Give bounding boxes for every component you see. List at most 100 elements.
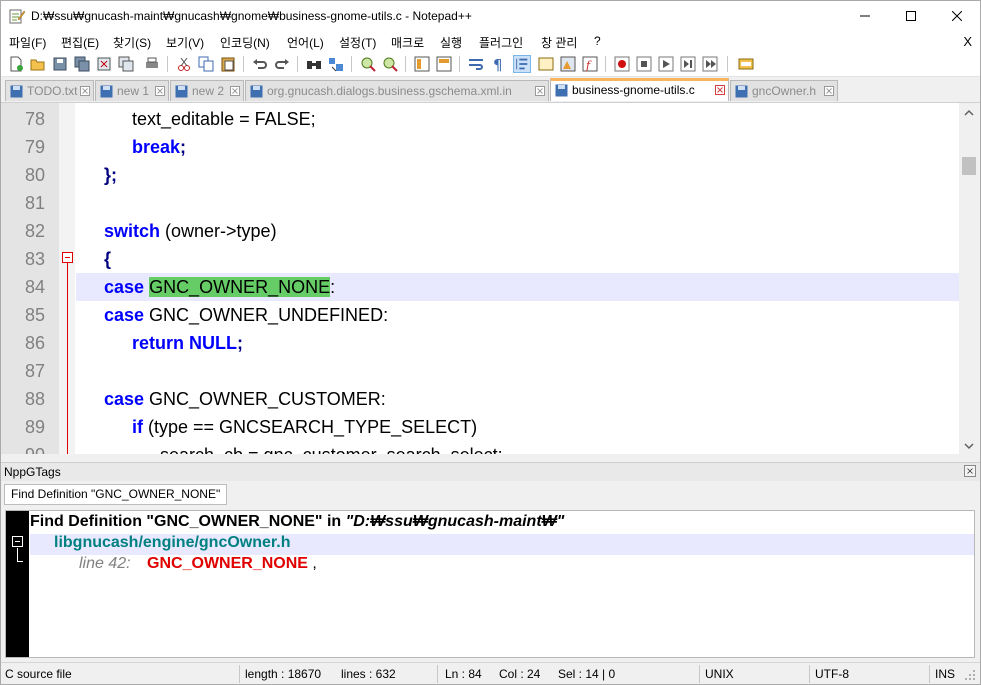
run-macro-multiple-icon[interactable] [679, 55, 697, 73]
plugin-gtags-icon[interactable] [737, 55, 755, 73]
tab-new-2[interactable]: new 2 [170, 80, 244, 101]
doc-map-icon[interactable] [559, 55, 577, 73]
zoom-out-icon[interactable] [381, 55, 399, 73]
close-all-icon[interactable] [117, 55, 135, 73]
close-document-button[interactable]: X [963, 34, 972, 49]
results-fold-toggle[interactable] [12, 536, 23, 547]
word-wrap-icon[interactable] [467, 55, 485, 73]
open-file-icon[interactable] [29, 55, 47, 73]
keyword: case [104, 277, 145, 297]
stop-macro-icon[interactable] [635, 55, 653, 73]
line-number: 90 [1, 445, 45, 454]
code-text: case GNC_OWNER_CUSTOMER: [104, 389, 386, 410]
code-rest: (owner->type) [160, 221, 277, 241]
result-symbol[interactable]: GNC_OWNER_NONE [135, 555, 308, 572]
undo-icon[interactable] [251, 55, 269, 73]
user-lang-icon[interactable] [537, 55, 555, 73]
code-line: 89 if (type == GNCSEARCH_TYPE_SELECT) [1, 413, 959, 441]
menu-run[interactable]: 실행 [440, 34, 462, 51]
close-tab-icon[interactable] [155, 86, 165, 96]
line-number: 79 [24, 137, 45, 157]
close-window-button[interactable] [934, 1, 980, 31]
redo-icon[interactable] [273, 55, 291, 73]
code-text: break; [132, 137, 186, 158]
menu-view[interactable]: 보기(V) [166, 34, 204, 51]
status-insert-mode[interactable]: INS [935, 667, 955, 681]
code-line: 81 [1, 189, 959, 217]
code-editor[interactable]: 78 text_editable = FALSE; 79 break; 80 }… [1, 102, 980, 454]
line-number: 88 [24, 389, 45, 409]
sync-horizontal-icon[interactable] [435, 55, 453, 73]
maximize-button[interactable] [888, 1, 934, 31]
save-all-icon[interactable] [73, 55, 91, 73]
menu-help[interactable]: ? [594, 34, 601, 48]
new-file-icon[interactable] [7, 55, 25, 73]
replace-icon[interactable] [327, 55, 345, 73]
menu-plugins[interactable]: 플러그인 [479, 34, 523, 51]
zoom-in-icon[interactable] [359, 55, 377, 73]
code-line: 87 [1, 357, 959, 385]
result-file[interactable]: libgnucash/engine/gncOwner.h [30, 534, 290, 551]
gtags-result-tab[interactable]: Find Definition "GNC_OWNER_NONE" [4, 484, 228, 505]
menu-search[interactable]: 찾기(S) [113, 34, 151, 51]
document-tab-bar: TODO.txt new 1 new 2 org.gnucash.dialogs… [1, 78, 980, 101]
close-tab-icon[interactable] [715, 85, 725, 95]
menu-settings[interactable]: 설정(T) [339, 34, 376, 51]
code-rest: GNC_OWNER_CUSTOMER: [144, 389, 386, 409]
sync-vertical-icon[interactable] [413, 55, 431, 73]
scroll-down-arrow-icon[interactable] [964, 441, 974, 451]
tab-gschema-xml[interactable]: org.gnucash.dialogs.business.gschema.xml… [245, 80, 549, 101]
close-file-icon[interactable] [95, 55, 113, 73]
scroll-up-arrow-icon[interactable] [964, 108, 974, 118]
menu-edit[interactable]: 편집(E) [61, 34, 99, 51]
close-tab-icon[interactable] [824, 86, 834, 96]
tab-business-gnome-utils[interactable]: business-gnome-utils.c [550, 78, 729, 101]
tab-label: new 1 [117, 84, 150, 98]
menu-encoding[interactable]: 인코딩(N) [220, 34, 270, 51]
keyword: case [104, 305, 145, 325]
menu-file[interactable]: 파일(F) [9, 34, 46, 51]
close-tab-icon[interactable] [80, 86, 90, 96]
window-title: D:₩ssu₩gnucash-maint₩gnucash₩gnome₩busin… [31, 9, 472, 23]
paste-icon[interactable] [219, 55, 237, 73]
code-text: search_cb = gnc_customer_search_select; [160, 445, 503, 454]
toolbar-separator [243, 56, 244, 72]
editor-vertical-scrollbar[interactable] [959, 103, 980, 454]
cut-icon[interactable] [175, 55, 193, 73]
save-macro-icon[interactable] [701, 55, 719, 73]
close-tab-icon[interactable] [535, 86, 545, 96]
tab-gncowner-h[interactable]: gncOwner.h [730, 80, 838, 101]
close-tab-icon[interactable] [230, 86, 240, 96]
resize-grip-icon[interactable] [964, 669, 976, 681]
close-icon [952, 11, 962, 21]
result-hit-row[interactable]: line 42: GNC_OWNER_NONE , [30, 555, 974, 576]
minimize-button[interactable] [842, 1, 888, 31]
record-macro-icon[interactable] [613, 55, 631, 73]
save-icon[interactable] [51, 55, 69, 73]
tab-new-1[interactable]: new 1 [95, 80, 169, 101]
status-encoding[interactable]: UTF-8 [815, 667, 849, 681]
function-list-icon[interactable]: f [581, 55, 599, 73]
result-file-row[interactable]: libgnucash/engine/gncOwner.h [30, 534, 974, 555]
status-eol[interactable]: UNIX [705, 667, 734, 681]
results-fold-line [17, 561, 23, 562]
find-icon[interactable] [305, 55, 323, 73]
status-col: Col : 24 [499, 667, 541, 681]
code-text: text_editable = FALSE; [132, 109, 316, 129]
status-lines: lines : 632 [341, 667, 396, 681]
copy-icon[interactable] [197, 55, 215, 73]
status-separator [437, 665, 438, 683]
code-text: case GNC_OWNER_NONE: [104, 277, 335, 298]
indent-guide-icon[interactable] [513, 55, 531, 73]
print-icon[interactable] [143, 55, 161, 73]
menu-language[interactable]: 언어(L) [287, 34, 324, 51]
code-text: { [104, 249, 112, 269]
gtags-panel-header: NppGTags [1, 462, 980, 481]
play-macro-icon[interactable] [657, 55, 675, 73]
close-panel-icon[interactable] [964, 465, 976, 477]
menu-window[interactable]: 창 관리 [541, 34, 577, 51]
show-all-chars-icon[interactable]: ¶ [489, 55, 507, 73]
scrollbar-thumb[interactable] [962, 157, 976, 175]
menu-macro[interactable]: 매크로 [391, 34, 424, 51]
tab-todo[interactable]: TODO.txt [5, 80, 94, 101]
